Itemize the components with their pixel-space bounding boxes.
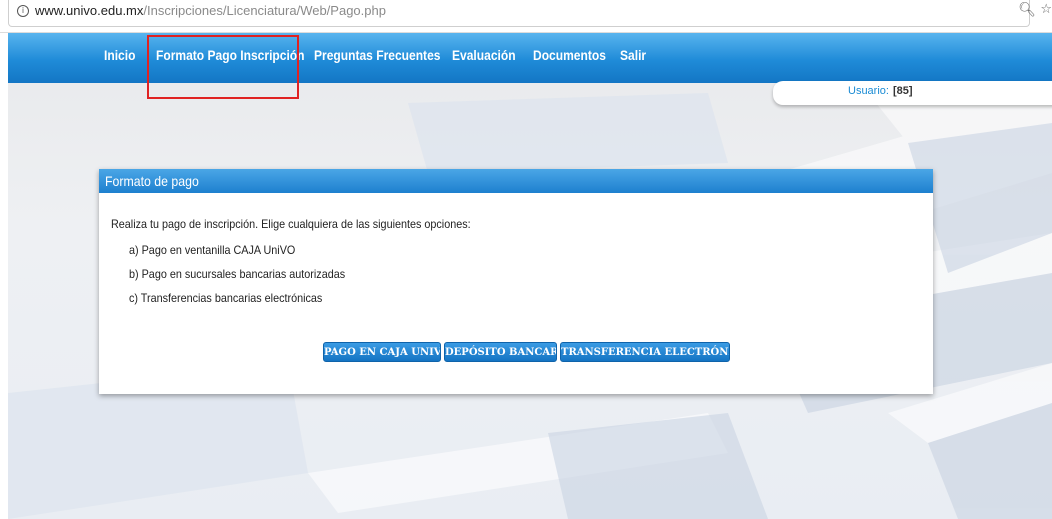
transferencia-electronica-button[interactable]: TRANSFERENCIA ELECTRÓNICA [560, 342, 730, 362]
browser-address-bar: i www.univo.edu.mx/Inscripciones/Licenci… [0, 0, 1052, 33]
nav-item-evaluacion[interactable]: Evaluación [452, 47, 516, 63]
zoom-icon[interactable]: 🔍︎ [1018, 2, 1036, 18]
user-tab: Usuario: [85] [773, 81, 1052, 105]
panel-body: Realiza tu pago de inscripción. Elige cu… [99, 193, 933, 394]
payment-instructions: Realiza tu pago de inscripción. Elige cu… [111, 217, 471, 231]
nav-item-salir[interactable]: Salir [620, 47, 646, 63]
payment-format-panel: Formato de pago Realiza tu pago de inscr… [99, 169, 933, 394]
nav-item-preguntas-frecuentes[interactable]: Preguntas Frecuentes [314, 47, 440, 63]
url-field[interactable]: i www.univo.edu.mx/Inscripciones/Licenci… [8, 0, 1030, 27]
deposito-bancario-button[interactable]: DEPÓSITO BANCARIO [444, 342, 557, 362]
pago-en-caja-button[interactable]: PAGO EN CAJA UNIVO [323, 342, 441, 362]
user-value: [85] [892, 85, 913, 97]
url-text[interactable]: www.univo.edu.mx/Inscripciones/Licenciat… [35, 3, 386, 18]
info-circle-icon[interactable]: i [17, 5, 29, 17]
top-navigation-bar: Inicio Formato Pago Inscripción Pregunta… [8, 33, 1052, 83]
payment-option-sucursales: b) Pago en sucursales bancarias autoriza… [129, 267, 346, 281]
page-content: Inicio Formato Pago Inscripción Pregunta… [8, 33, 1052, 519]
url-domain: www.univo.edu.mx [35, 3, 144, 18]
panel-title: Formato de pago [105, 173, 199, 189]
nav-item-inicio[interactable]: Inicio [104, 47, 135, 63]
user-info: Usuario: [85] [848, 85, 913, 97]
payment-option-caja: a) Pago en ventanilla CAJA UniVO [129, 243, 296, 257]
url-path: /Inscripciones/Licenciatura/Web/Pago.php [143, 3, 386, 18]
user-label: Usuario: [848, 85, 889, 97]
nav-item-documentos[interactable]: Documentos [533, 47, 606, 63]
bookmark-star-icon[interactable]: ☆ [1040, 2, 1052, 17]
panel-header: Formato de pago [99, 169, 933, 193]
nav-item-formato-pago-inscripcion[interactable]: Formato Pago Inscripción [156, 47, 305, 63]
payment-option-transferencias: c) Transferencias bancarias electrónicas [129, 291, 323, 305]
